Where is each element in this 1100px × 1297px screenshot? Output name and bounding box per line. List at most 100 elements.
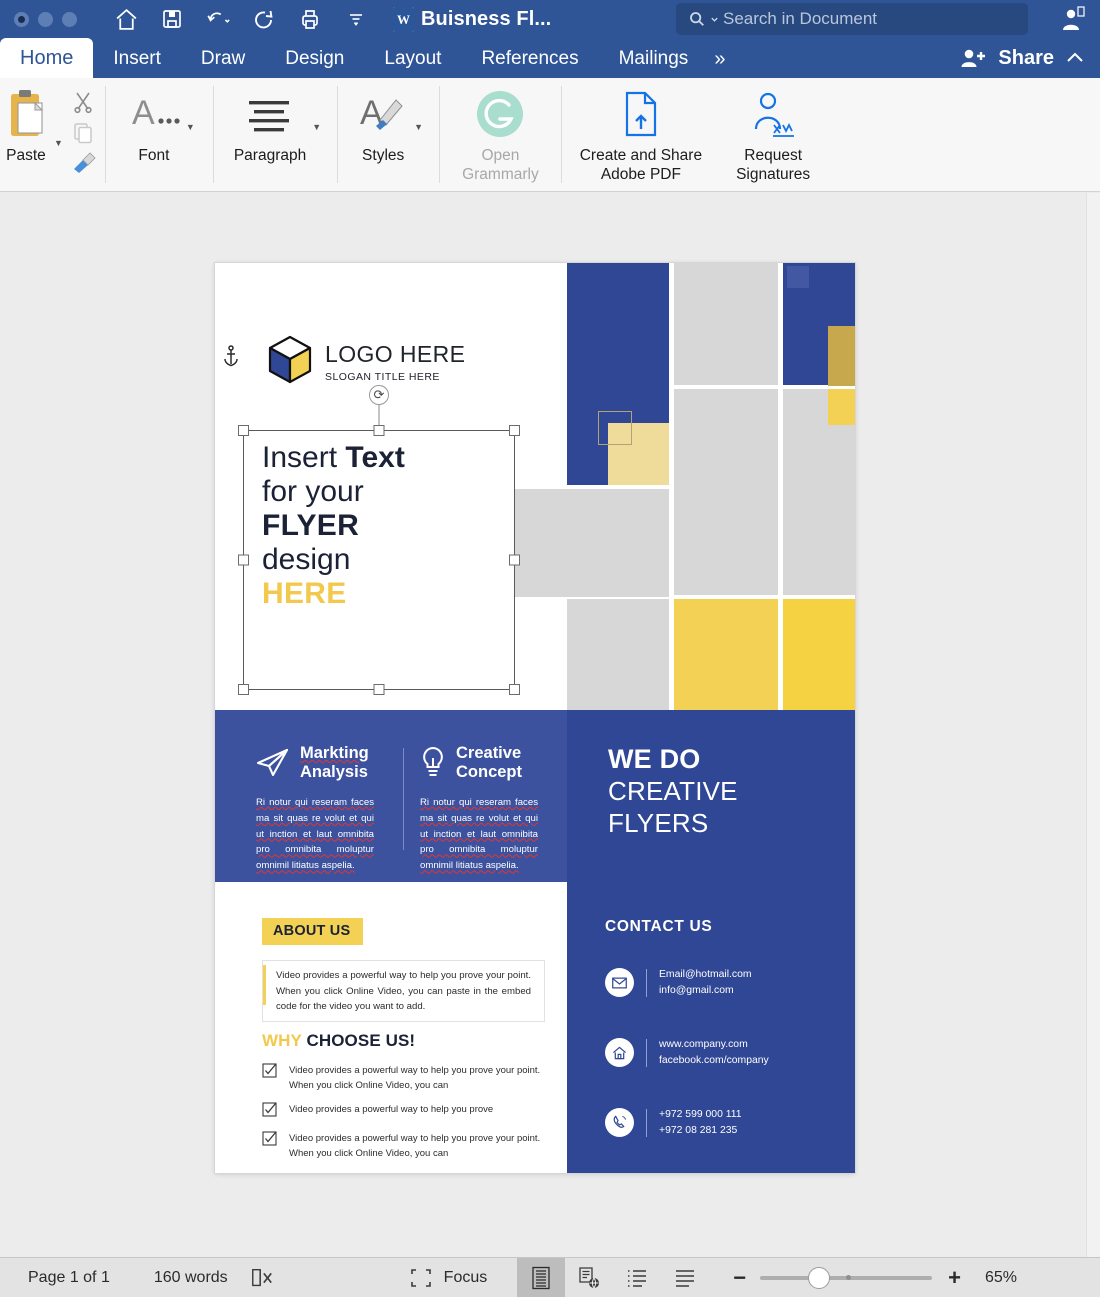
page-indicator[interactable]: Page 1 of 1 xyxy=(28,1258,110,1297)
outline-icon[interactable] xyxy=(613,1258,661,1297)
rotate-handle[interactable]: ⟳ xyxy=(369,385,389,405)
window-controls[interactable] xyxy=(14,11,77,27)
account-icon[interactable] xyxy=(1054,2,1090,36)
maximize-button[interactable] xyxy=(62,11,77,27)
resize-handle-s[interactable] xyxy=(373,684,385,695)
copy-icon[interactable] xyxy=(71,121,97,150)
grid-block-grey-wide-left xyxy=(515,489,669,597)
styles-dropdown-caret[interactable]: ▼ xyxy=(414,122,423,132)
zoom-level[interactable]: 65% xyxy=(985,1258,1017,1297)
logo-title: LOGO HERE xyxy=(325,340,466,367)
resize-handle-e[interactable] xyxy=(509,554,520,566)
flyer-contact-block: CONTACT US Email@hotmail.com info@gmail.… xyxy=(567,882,855,1173)
phone-icon xyxy=(605,1108,634,1138)
focus-label[interactable]: Focus xyxy=(444,1258,488,1297)
selected-text-box[interactable]: ⟳ Insert Text for your FLYER design HERE xyxy=(238,385,520,695)
vertical-scrollbar[interactable] xyxy=(1086,193,1100,1257)
customize-toolbar-icon[interactable] xyxy=(333,0,379,38)
redo-icon[interactable] xyxy=(241,0,287,38)
why-choose-us-heading: WHY CHOOSE US! xyxy=(262,1031,415,1051)
document-title-text: Buisness Fl... xyxy=(421,7,552,30)
grid-block-yellow-bottom-mid xyxy=(674,599,778,710)
search-input[interactable]: Search in Document xyxy=(676,3,1028,35)
zoom-slider[interactable] xyxy=(760,1266,933,1289)
contact-row-web: www.company.com facebook.com/company xyxy=(605,1037,769,1068)
headline-line-5: HERE xyxy=(262,576,347,610)
print-layout-icon[interactable] xyxy=(517,1258,566,1297)
contact-divider xyxy=(646,1038,647,1067)
contact-email-2: info@gmail.com xyxy=(659,984,734,996)
resize-handle-se[interactable] xyxy=(509,684,520,695)
paragraph-label: Paragraph xyxy=(233,147,307,164)
document-page[interactable]: LOGO HERE SLOGAN TITLE HERE ⟳ Insert Tex… xyxy=(215,263,855,1173)
close-button[interactable] xyxy=(14,11,29,27)
resize-handle-sw[interactable] xyxy=(238,684,249,695)
resize-handle-nw[interactable] xyxy=(238,425,249,436)
feature-title-1-line2: Analysis xyxy=(300,763,368,782)
ribbon-tab-bar: Home Insert Draw Design Layout Reference… xyxy=(0,38,1100,78)
wedo-line-2: CREATIVE xyxy=(608,775,738,806)
paragraph-button[interactable]: Paragraph xyxy=(230,78,310,191)
pdf-share-icon xyxy=(618,86,664,142)
paste-dropdown-caret[interactable]: ▼ xyxy=(54,138,63,148)
zoom-slider-handle[interactable] xyxy=(808,1266,831,1289)
tab-design[interactable]: Design xyxy=(265,40,364,78)
undo-icon[interactable] xyxy=(195,0,241,38)
cut-icon[interactable] xyxy=(71,90,97,119)
svg-text:A: A xyxy=(132,94,155,132)
tab-draw[interactable]: Draw xyxy=(181,40,265,78)
resize-handle-w[interactable] xyxy=(238,554,249,566)
styles-label: Styles xyxy=(362,147,405,164)
feature-body-2: Ri notur qui reseram faces ma sit quas r… xyxy=(420,797,538,872)
web-layout-icon[interactable] xyxy=(565,1258,613,1297)
draft-icon[interactable] xyxy=(661,1258,709,1297)
home-icon[interactable] xyxy=(103,0,149,38)
contact-divider xyxy=(646,1108,647,1137)
ribbon-group-signatures: Request Signatures xyxy=(720,78,826,191)
format-painter-icon[interactable] xyxy=(71,152,97,179)
grid-block-blue-tint-square xyxy=(787,266,809,288)
open-grammarly-button[interactable]: Open Grammarly xyxy=(458,78,543,191)
tab-references[interactable]: References xyxy=(461,40,598,78)
minimize-button[interactable] xyxy=(38,11,53,27)
word-count[interactable]: 160 words xyxy=(154,1258,228,1297)
feature-body-1: Ri notur qui reseram faces ma sit quas r… xyxy=(256,797,374,872)
why-choose-us-list: Video provides a powerful way to help yo… xyxy=(262,1063,552,1170)
adobe-pdf-label-line1: Create and Share xyxy=(579,147,703,164)
about-us-tag: ABOUT US xyxy=(262,918,364,945)
tab-overflow-button[interactable]: » xyxy=(708,40,731,78)
tab-mailings[interactable]: Mailings xyxy=(599,40,709,78)
document-canvas[interactable]: LOGO HERE SLOGAN TITLE HERE ⟳ Insert Tex… xyxy=(0,193,1100,1257)
tab-layout[interactable]: Layout xyxy=(364,40,461,78)
zoom-in-button[interactable]: + xyxy=(948,1258,961,1297)
add-person-icon xyxy=(961,49,986,67)
resize-handle-ne[interactable] xyxy=(509,425,520,436)
font-button[interactable]: A Font xyxy=(124,78,184,191)
print-icon[interactable] xyxy=(287,0,333,38)
ribbon-group-font: A Font ▼ xyxy=(106,78,213,191)
resize-handle-n[interactable] xyxy=(373,425,385,436)
focus-icon[interactable] xyxy=(406,1258,436,1297)
contact-row-phone: +972 599 000 111 +972 08 281 235 xyxy=(605,1107,742,1138)
paste-button[interactable]: Paste xyxy=(0,78,52,191)
styles-button[interactable]: A Styles xyxy=(354,78,412,191)
zoom-out-button[interactable]: − xyxy=(733,1258,746,1297)
flyer-headline[interactable]: Insert Text for your FLYER design HERE xyxy=(262,441,502,610)
font-dropdown-caret[interactable]: ▼ xyxy=(186,122,195,132)
paragraph-dropdown-caret[interactable]: ▼ xyxy=(312,122,321,132)
tab-insert[interactable]: Insert xyxy=(93,40,181,78)
checklist-item: Video provides a powerful way to help yo… xyxy=(262,1063,552,1093)
contact-heading: CONTACT US xyxy=(605,918,713,935)
save-icon[interactable] xyxy=(149,0,195,38)
ribbon-toolbar: Paste ▼ A Font ▼ Paragraph ▼ A Styles ▼ … xyxy=(0,78,1100,192)
share-button[interactable]: Share xyxy=(998,47,1054,70)
chevron-up-icon[interactable] xyxy=(1064,50,1086,66)
tab-home[interactable]: Home xyxy=(0,38,94,78)
about-us-box: Video provides a powerful way to help yo… xyxy=(262,960,545,1022)
document-name[interactable]: W Buisness Fl... xyxy=(393,6,552,32)
create-share-adobe-pdf-button[interactable]: Create and Share Adobe PDF xyxy=(576,78,706,191)
request-signatures-button[interactable]: Request Signatures xyxy=(732,78,814,191)
search-icon xyxy=(690,12,704,26)
flyer-logo: LOGO HERE SLOGAN TITLE HERE xyxy=(267,335,465,390)
proofing-errors-icon[interactable] xyxy=(238,1258,286,1297)
